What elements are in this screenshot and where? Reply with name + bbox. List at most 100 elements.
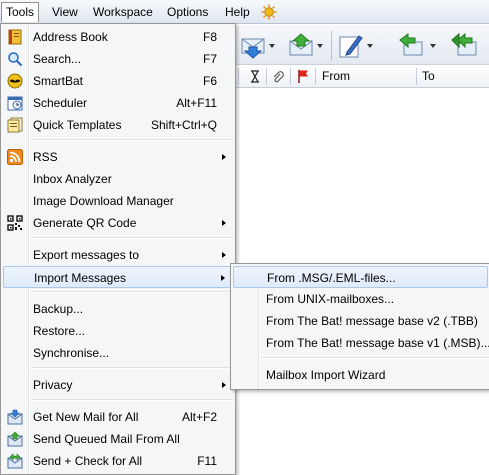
menu-item-shortcut: F7 xyxy=(202,52,217,66)
menu-item-label: Backup... xyxy=(33,302,84,316)
menu-separator xyxy=(31,139,233,141)
column-divider xyxy=(315,68,316,85)
menu-item-label: Send + Check for All xyxy=(33,454,143,468)
column-to[interactable]: To xyxy=(422,66,435,87)
column-divider xyxy=(416,68,417,85)
dropdown-arrow-icon[interactable] xyxy=(430,44,436,48)
menu-separator xyxy=(31,367,233,369)
menu-item-label: Search... xyxy=(33,52,82,66)
menu-item-search[interactable]: Search... F7 xyxy=(3,48,233,70)
submenu-item-label: From The Bat! message base v2 (.TBB) xyxy=(266,314,478,328)
column-divider xyxy=(290,68,291,85)
quick-templates-icon xyxy=(7,117,23,133)
menu-item-label: Image Download Manager xyxy=(33,194,174,208)
menu-help[interactable]: Help xyxy=(221,2,254,22)
menu-options[interactable]: Options xyxy=(163,2,212,22)
search-icon xyxy=(8,52,23,67)
menu-item-shortcut: F11 xyxy=(197,454,217,468)
submenu-item-from-msb[interactable]: From The Bat! message base v1 (.MSB)... xyxy=(233,332,489,354)
menu-item-address-book[interactable]: Address Book F8 xyxy=(3,26,233,48)
menu-item-export-messages[interactable]: Export messages to xyxy=(3,244,233,266)
column-divider xyxy=(266,68,267,85)
menu-item-label: Scheduler xyxy=(33,96,88,110)
hourglass-icon[interactable] xyxy=(250,70,260,83)
menu-item-label: Address Book xyxy=(33,30,108,44)
submenu-arrow-icon xyxy=(221,275,225,281)
menu-item-inbox-analyzer[interactable]: Inbox Analyzer xyxy=(3,168,233,190)
menu-item-quick-templates[interactable]: Quick Templates Shift+Ctrl+Q xyxy=(3,114,233,136)
menu-item-shortcut: Alt+F2 xyxy=(181,410,217,424)
main-toolbar xyxy=(236,25,489,65)
address-book-icon xyxy=(8,29,22,45)
submenu-item-from-tbb[interactable]: From The Bat! message base v2 (.TBB) xyxy=(233,310,488,332)
menu-item-shortcut: Shift+Ctrl+Q xyxy=(150,118,217,132)
menu-item-label: Generate QR Code xyxy=(33,216,137,230)
upload-mail-icon[interactable] xyxy=(288,32,314,60)
send-mail-icon xyxy=(7,431,23,447)
menu-item-restore[interactable]: Restore... xyxy=(3,320,233,342)
menu-item-generate-qr-code[interactable]: Generate QR Code xyxy=(3,212,233,234)
menu-item-synchronise[interactable]: Synchronise... xyxy=(3,342,233,364)
menu-item-import-messages[interactable]: Import Messages xyxy=(3,266,233,288)
menu-separator xyxy=(261,357,489,359)
menu-item-smartbat[interactable]: SmartBat F6 xyxy=(3,70,233,92)
submenu-item-label: From UNIX-mailboxes... xyxy=(266,292,395,306)
send-check-icon xyxy=(7,453,23,469)
menu-item-label: Restore... xyxy=(33,324,86,338)
menu-item-label: Inbox Analyzer xyxy=(33,172,112,186)
menu-item-shortcut: F8 xyxy=(202,30,217,44)
get-mail-icon xyxy=(7,409,23,425)
menu-item-label: Privacy xyxy=(33,378,73,392)
menu-bar: Tools View Workspace Options Help xyxy=(0,0,489,24)
menu-item-label: Send Queued Mail From All xyxy=(33,432,180,446)
menu-view[interactable]: View xyxy=(48,2,82,22)
paperclip-icon[interactable] xyxy=(272,70,284,84)
menu-item-label: Get New Mail for All xyxy=(33,410,139,424)
menu-item-send-queued-mail[interactable]: Send Queued Mail From All xyxy=(3,428,233,450)
toolbar-separator xyxy=(331,31,332,61)
submenu-item-label: From .MSG/.EML-files... xyxy=(267,271,396,285)
menu-item-scheduler[interactable]: Scheduler Alt+F11 xyxy=(3,92,233,114)
import-messages-submenu: From .MSG/.EML-files... From UNIX-mailbo… xyxy=(230,263,489,390)
flag-icon[interactable] xyxy=(297,69,310,84)
reply-all-icon[interactable] xyxy=(450,32,478,60)
menu-item-rss[interactable]: RSS xyxy=(3,146,233,168)
submenu-arrow-icon xyxy=(222,220,226,226)
dropdown-arrow-icon[interactable] xyxy=(367,44,373,48)
menu-separator xyxy=(31,291,233,293)
dropdown-arrow-icon[interactable] xyxy=(317,44,323,48)
rss-icon xyxy=(7,149,23,165)
smartbat-icon xyxy=(7,73,23,89)
reply-icon[interactable] xyxy=(398,32,424,60)
column-from[interactable]: From xyxy=(322,66,350,87)
menu-item-label: Export messages to xyxy=(33,248,140,262)
menu-item-send-check[interactable]: Send + Check for All F11 xyxy=(3,450,233,472)
menu-workspace[interactable]: Workspace xyxy=(89,2,157,22)
menu-item-label: SmartBat xyxy=(33,74,84,88)
menu-item-get-new-mail[interactable]: Get New Mail for All Alt+F2 xyxy=(3,406,233,428)
menu-item-image-download-manager[interactable]: Image Download Manager xyxy=(3,190,233,212)
menu-item-privacy[interactable]: Privacy xyxy=(3,374,233,396)
submenu-arrow-icon xyxy=(222,252,226,258)
column-divider xyxy=(238,68,239,85)
menu-item-label: Synchronise... xyxy=(33,346,110,360)
submenu-arrow-icon xyxy=(222,154,226,160)
qr-code-icon xyxy=(7,215,23,231)
gear-sun-icon[interactable] xyxy=(261,4,277,20)
submenu-item-from-unix-mailboxes[interactable]: From UNIX-mailboxes... xyxy=(233,288,488,310)
submenu-item-label: From The Bat! message base v1 (.MSB)... xyxy=(266,336,489,350)
menu-item-shortcut: F6 xyxy=(202,74,217,88)
dropdown-arrow-icon[interactable] xyxy=(269,44,275,48)
compose-icon[interactable] xyxy=(337,32,363,60)
submenu-item-mailbox-import-wizard[interactable]: Mailbox Import Wizard xyxy=(233,364,488,386)
menu-item-backup[interactable]: Backup... xyxy=(3,298,233,320)
submenu-item-label: Mailbox Import Wizard xyxy=(266,368,386,382)
submenu-item-from-msg-eml[interactable]: From .MSG/.EML-files... xyxy=(233,266,488,288)
tools-menu: Address Book F8 Search... F7 SmartBat F6… xyxy=(0,23,236,475)
download-mail-icon[interactable] xyxy=(240,32,266,60)
menu-item-label: Import Messages xyxy=(34,271,127,285)
scheduler-icon xyxy=(7,96,23,111)
menu-separator xyxy=(31,237,233,239)
menu-tools[interactable]: Tools xyxy=(1,2,40,22)
menu-item-label: Quick Templates xyxy=(33,118,122,132)
